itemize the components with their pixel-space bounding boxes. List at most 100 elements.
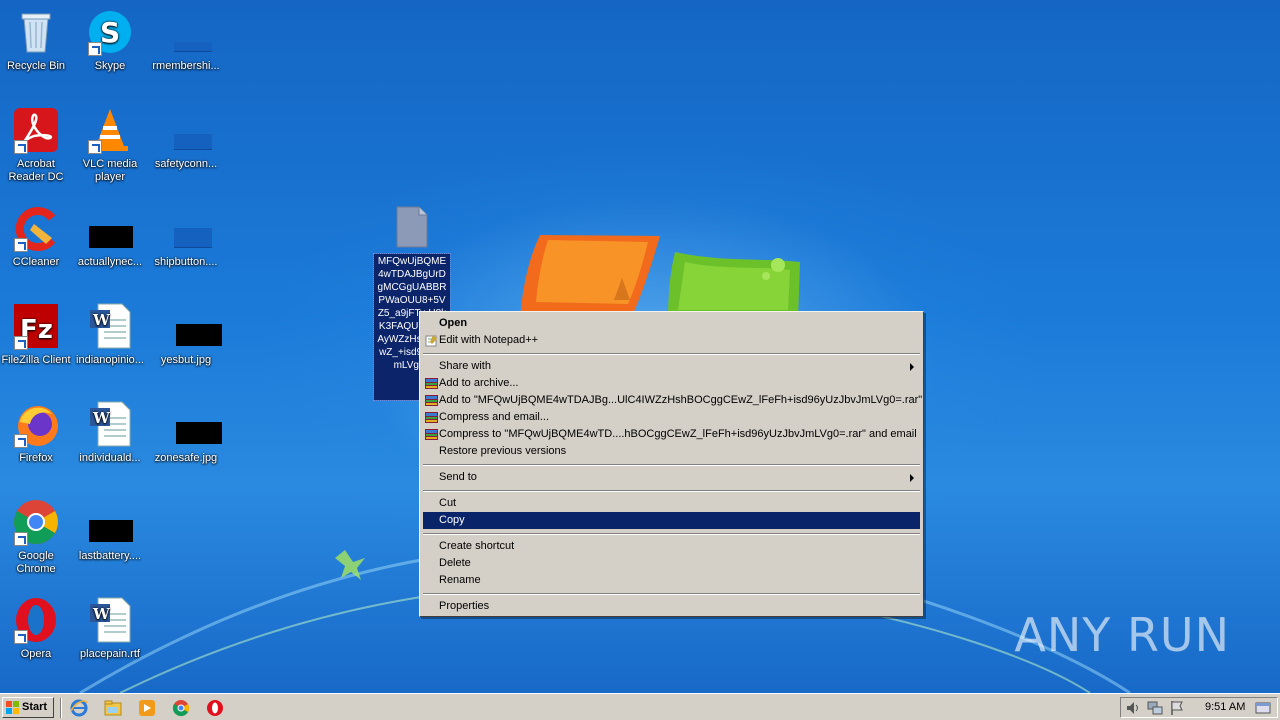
shortcut-arrow-icon bbox=[14, 532, 28, 546]
desktop-icon-label: safetyconn... bbox=[154, 158, 218, 170]
menu-item-label: Create shortcut bbox=[439, 540, 515, 552]
generic-file-icon bbox=[396, 206, 428, 248]
menu-item-properties[interactable]: Properties bbox=[423, 598, 920, 615]
submenu-arrow-icon bbox=[910, 363, 914, 371]
word-document-icon: W bbox=[90, 597, 131, 643]
menu-item-label: Delete bbox=[439, 557, 471, 569]
media-player-icon[interactable] bbox=[138, 699, 156, 717]
winrar-icon bbox=[425, 395, 438, 406]
menu-item-edit-notepadpp[interactable]: Edit with Notepad++ bbox=[423, 332, 920, 349]
word-document-icon: W bbox=[90, 401, 131, 447]
shortcut-arrow-icon bbox=[14, 238, 28, 252]
menu-item-share-with[interactable]: Share with bbox=[423, 358, 920, 375]
shortcut-arrow-icon bbox=[88, 140, 102, 154]
desktop-icon-recycle-bin[interactable]: Recycle Bin bbox=[0, 8, 74, 73]
speaker-icon[interactable] bbox=[1125, 700, 1141, 716]
svg-text:W: W bbox=[92, 311, 111, 329]
desktop-icon-label: Skype bbox=[94, 60, 126, 72]
menu-item-send-to[interactable]: Send to bbox=[423, 469, 920, 486]
system-tray: 9:51 AM bbox=[1120, 697, 1278, 718]
desktop-icon-vlc[interactable]: VLC media player bbox=[72, 106, 148, 184]
desktop-icon-label: Opera bbox=[20, 648, 52, 660]
desktop-icon-chrome[interactable]: Google Chrome bbox=[0, 498, 74, 576]
menu-item-compress-email[interactable]: Compress and email... bbox=[423, 409, 920, 426]
desktop-icon-label: lastbattery.... bbox=[78, 550, 142, 562]
notepadpp-icon bbox=[425, 335, 437, 347]
desktop-icon-label: VLC media player bbox=[82, 158, 138, 183]
desktop[interactable]: Recycle Bin Acrobat Reader DC CCleaner F… bbox=[0, 0, 1280, 693]
menu-item-restore-versions[interactable]: Restore previous versions bbox=[423, 443, 920, 460]
menu-item-label: Add to archive... bbox=[439, 377, 519, 389]
desktop-icon-actuallynec[interactable]: actuallynec... bbox=[72, 204, 148, 269]
watermark-text: ANY RUN bbox=[1014, 608, 1230, 662]
menu-item-label: Compress to "MFQwUjBQME4wTD....hBOCggCEw… bbox=[439, 428, 917, 440]
desktop-icon-opera[interactable]: Opera bbox=[0, 596, 74, 661]
chrome-icon[interactable] bbox=[172, 699, 190, 717]
clock[interactable]: 9:51 AM bbox=[1205, 701, 1245, 713]
desktop-icon-label: yesbut.jpg bbox=[160, 354, 212, 366]
menu-item-label: Share with bbox=[439, 360, 491, 372]
menu-item-open[interactable]: Open bbox=[423, 315, 920, 332]
desktop-icon-ccleaner[interactable]: CCleaner bbox=[0, 204, 74, 269]
svg-text:S: S bbox=[100, 16, 120, 49]
desktop-icon-zonesafe[interactable]: zonesafe.jpg bbox=[148, 400, 224, 465]
desktop-icon-safetyconn[interactable]: safetyconn... bbox=[148, 106, 224, 171]
desktop-icon-label: Firefox bbox=[19, 452, 53, 464]
menu-item-add-to-archive[interactable]: Add to archive... bbox=[423, 375, 920, 392]
action-center-flag-icon[interactable] bbox=[1169, 700, 1185, 716]
opera-icon[interactable] bbox=[206, 699, 224, 717]
ie-icon[interactable] bbox=[70, 699, 88, 717]
explorer-icon[interactable] bbox=[104, 699, 122, 717]
menu-item-label: Rename bbox=[439, 574, 481, 586]
desktop-icon-label: FileZilla Client bbox=[1, 354, 71, 366]
menu-item-create-shortcut[interactable]: Create shortcut bbox=[423, 538, 920, 555]
desktop-icon-rmembershi[interactable]: rmembershi... bbox=[148, 8, 224, 73]
menu-separator bbox=[423, 593, 920, 595]
menu-separator bbox=[423, 490, 920, 492]
desktop-icon-label: CCleaner bbox=[12, 256, 60, 268]
menu-item-rename[interactable]: Rename bbox=[423, 572, 920, 589]
word-document-icon: W bbox=[90, 303, 131, 349]
image-thumbnail bbox=[174, 228, 212, 248]
desktop-icon-skype[interactable]: S Skype bbox=[72, 8, 148, 73]
menu-item-compress-to-rar-email[interactable]: Compress to "MFQwUjBQME4wTD....hBOCggCEw… bbox=[423, 426, 920, 443]
desktop-icon-firefox[interactable]: Firefox bbox=[0, 400, 74, 465]
show-desktop-icon[interactable] bbox=[1255, 700, 1271, 716]
menu-item-label: Copy bbox=[439, 514, 465, 526]
desktop-icon-acrobat[interactable]: Acrobat Reader DC bbox=[0, 106, 74, 184]
desktop-icon-label: zonesafe.jpg bbox=[154, 452, 218, 464]
desktop-icon-individuald[interactable]: W individuald... bbox=[72, 400, 148, 465]
recycle-bin-icon bbox=[21, 13, 51, 53]
taskbar-separator bbox=[60, 698, 62, 718]
start-label: Start bbox=[22, 701, 48, 713]
desktop-icon-lastbattery[interactable]: lastbattery.... bbox=[72, 498, 148, 563]
start-button[interactable]: Start bbox=[2, 697, 54, 718]
shortcut-arrow-icon bbox=[14, 630, 28, 644]
desktop-icon-label: individuald... bbox=[79, 452, 141, 464]
menu-item-label: Restore previous versions bbox=[439, 445, 567, 457]
menu-item-add-to-rar[interactable]: Add to "MFQwUjBQME4wTDAJBg...UlC4IWZzHsh… bbox=[423, 392, 922, 409]
desktop-icon-filezilla[interactable]: Fz FileZilla Client bbox=[0, 302, 74, 367]
desktop-icon-label: rmembershi... bbox=[152, 60, 220, 72]
menu-item-copy[interactable]: Copy bbox=[423, 512, 920, 529]
desktop-icon-yesbut[interactable]: yesbut.jpg bbox=[148, 302, 224, 367]
anyrun-watermark: ANY RUN bbox=[1014, 608, 1230, 672]
menu-item-label: Send to bbox=[439, 471, 477, 483]
desktop-icon-shipbutton[interactable]: shipbutton.... bbox=[148, 204, 224, 269]
submenu-arrow-icon bbox=[910, 474, 914, 482]
desktop-icon-label: Acrobat Reader DC bbox=[8, 158, 64, 183]
menu-separator bbox=[423, 533, 920, 535]
svg-text:W: W bbox=[92, 605, 111, 623]
desktop-icon-label: Google Chrome bbox=[16, 550, 56, 575]
desktop-icon-label: indianopinio... bbox=[76, 354, 144, 366]
menu-item-delete[interactable]: Delete bbox=[423, 555, 920, 572]
network-icon[interactable] bbox=[1147, 700, 1163, 716]
winrar-icon bbox=[425, 412, 438, 423]
desktop-icon-indianopinio[interactable]: W indianopinio... bbox=[72, 302, 148, 367]
menu-item-cut[interactable]: Cut bbox=[423, 495, 920, 512]
winrar-icon bbox=[425, 378, 438, 389]
image-thumbnail bbox=[174, 134, 212, 150]
desktop-icon-placepain[interactable]: W placepain.rtf bbox=[72, 596, 148, 661]
svg-text:W: W bbox=[92, 409, 111, 427]
shortcut-arrow-icon bbox=[14, 434, 28, 448]
